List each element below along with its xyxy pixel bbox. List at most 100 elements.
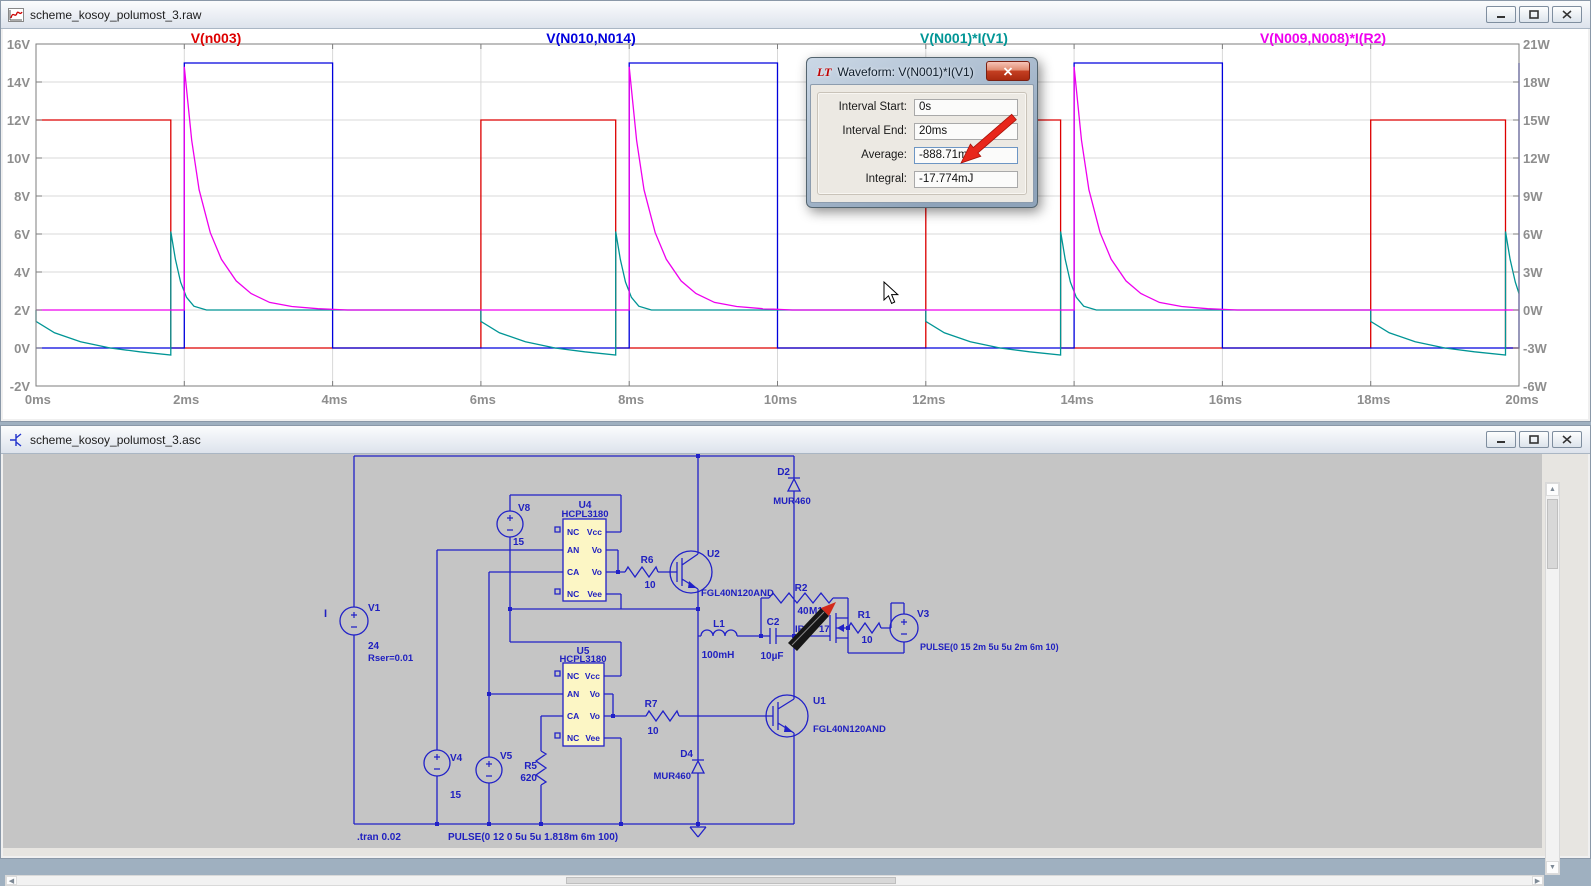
waveform-plot-area[interactable] bbox=[3, 28, 1588, 419]
label-r6-name[interactable]: R6 bbox=[641, 555, 654, 566]
label-v8-name[interactable]: V8 bbox=[518, 503, 531, 514]
label-u1-part[interactable]: FGL40N120AND bbox=[813, 724, 886, 735]
label-v5-name[interactable]: V5 bbox=[500, 751, 513, 762]
scroll-down-icon[interactable]: ▼ bbox=[1546, 861, 1559, 874]
label-v3-value[interactable]: PULSE(0 15 2m 5u 5u 2m 6m 10) bbox=[920, 642, 1059, 652]
label-r6-value[interactable]: 10 bbox=[644, 580, 656, 591]
y-right-tick-6W[interactable]: 6W bbox=[1523, 227, 1567, 242]
legend-V(N010,N014)[interactable]: V(N010,N014) bbox=[546, 30, 636, 46]
label-r5-name[interactable]: R5 bbox=[524, 761, 537, 772]
y-right-tick-21W[interactable]: 21W bbox=[1523, 37, 1567, 52]
legend-V(N001)*I(V1)[interactable]: V(N001)*I(V1) bbox=[920, 30, 1008, 46]
label-c2-name[interactable]: C2 bbox=[767, 617, 780, 628]
y-left-tick-14V[interactable]: 14V bbox=[1, 75, 30, 90]
y-left-tick-10V[interactable]: 10V bbox=[1, 151, 30, 166]
x-tick-8ms[interactable]: 8ms bbox=[618, 392, 644, 407]
schematic-horizontal-scrollbar[interactable]: ◀ ▶ bbox=[5, 875, 1544, 886]
label-v4-name[interactable]: V4 bbox=[450, 753, 463, 764]
schematic-canvas[interactable]: I V1 24 Rser=0.01 V8 15 U4 HCPL3180 U5 H… bbox=[3, 454, 1590, 858]
y-right-tick-15W[interactable]: 15W bbox=[1523, 113, 1567, 128]
average-label: Average: bbox=[811, 149, 914, 161]
y-right-tick-18W[interactable]: 18W bbox=[1523, 75, 1567, 90]
label-u2-part[interactable]: FGL40N120AND bbox=[701, 588, 774, 599]
y-left-tick-16V[interactable]: 16V bbox=[1, 37, 30, 52]
label-d4-part[interactable]: MUR460 bbox=[654, 771, 692, 782]
average-field[interactable]: -888.71mW bbox=[914, 147, 1018, 164]
sch-close-button[interactable] bbox=[1552, 431, 1582, 448]
y-left-tick-8V[interactable]: 8V bbox=[1, 189, 30, 204]
legend-V(N009,N008)*I(R2)[interactable]: V(N009,N008)*I(R2) bbox=[1260, 30, 1386, 46]
vertical-scroll-thumb[interactable] bbox=[1547, 499, 1558, 569]
sch-maximize-button[interactable] bbox=[1519, 431, 1549, 448]
label-v4-value[interactable]: 15 bbox=[450, 790, 462, 801]
waveform-titlebar[interactable]: scheme_kosoy_polumost_3.raw bbox=[1, 1, 1590, 29]
x-tick-6ms[interactable]: 6ms bbox=[470, 392, 496, 407]
label-r7-name[interactable]: R7 bbox=[645, 699, 658, 710]
label-c2-value[interactable]: 10µF bbox=[761, 651, 784, 662]
x-tick-4ms[interactable]: 4ms bbox=[321, 392, 347, 407]
label-i-probe[interactable]: I bbox=[324, 608, 327, 620]
x-tick-18ms[interactable]: 18ms bbox=[1357, 392, 1390, 407]
maximize-button[interactable] bbox=[1519, 6, 1549, 23]
y-left-tick-4V[interactable]: 4V bbox=[1, 265, 30, 280]
y-left-tick-2V[interactable]: 2V bbox=[1, 303, 30, 318]
interval-end-field[interactable]: 20ms bbox=[914, 123, 1018, 140]
scroll-up-icon[interactable]: ▲ bbox=[1546, 483, 1559, 496]
label-v1-name[interactable]: V1 bbox=[368, 603, 381, 614]
waveform-plot-canvas[interactable] bbox=[3, 28, 1590, 421]
label-r1-name[interactable]: R1 bbox=[858, 610, 871, 621]
x-tick-0ms[interactable]: 0ms bbox=[25, 392, 51, 407]
minimize-button[interactable] bbox=[1486, 6, 1516, 23]
label-u4-part[interactable]: HCPL3180 bbox=[562, 509, 609, 520]
close-button[interactable] bbox=[1552, 6, 1582, 23]
x-tick-10ms[interactable]: 10ms bbox=[764, 392, 797, 407]
sch-minimize-button[interactable] bbox=[1486, 431, 1516, 448]
x-tick-20ms[interactable]: 20ms bbox=[1505, 392, 1538, 407]
scroll-left-icon[interactable]: ◀ bbox=[6, 876, 17, 885]
x-tick-12ms[interactable]: 12ms bbox=[912, 392, 945, 407]
label-m1-part-b[interactable]: 17 bbox=[819, 624, 830, 635]
minimize-icon bbox=[1496, 10, 1506, 19]
label-d2-name[interactable]: D2 bbox=[777, 467, 790, 478]
label-u1-name[interactable]: U1 bbox=[813, 696, 826, 707]
label-v3-name[interactable]: V3 bbox=[917, 609, 930, 620]
scroll-right-icon[interactable]: ▶ bbox=[1532, 876, 1543, 885]
y-right-tick-9W[interactable]: 9W bbox=[1523, 189, 1567, 204]
label-l1-name[interactable]: L1 bbox=[713, 619, 725, 630]
schematic-titlebar[interactable]: scheme_kosoy_polumost_3.asc bbox=[1, 426, 1590, 454]
y-right-tick-0W[interactable]: 0W bbox=[1523, 303, 1567, 318]
label-tran-directive[interactable]: .tran 0.02 bbox=[357, 832, 401, 843]
y-right-tick-12W[interactable]: 12W bbox=[1523, 151, 1567, 166]
label-r2-value[interactable]: 40 bbox=[797, 606, 809, 617]
y-right-tick-3W[interactable]: 3W bbox=[1523, 265, 1567, 280]
y-left-tick-12V[interactable]: 12V bbox=[1, 113, 30, 128]
y-left-tick-0V[interactable]: 0V bbox=[1, 341, 30, 356]
schematic-vertical-scrollbar[interactable]: ▲ ▼ bbox=[1545, 482, 1560, 875]
x-tick-14ms[interactable]: 14ms bbox=[1060, 392, 1093, 407]
x-tick-2ms[interactable]: 2ms bbox=[173, 392, 199, 407]
schematic-canvas-area[interactable]: I V1 24 Rser=0.01 V8 15 U4 HCPL3180 U5 H… bbox=[3, 454, 1588, 856]
label-l1-value[interactable]: 100mH bbox=[702, 650, 735, 661]
label-r5-value[interactable]: 620 bbox=[520, 773, 537, 784]
label-u5-part[interactable]: HCPL3180 bbox=[560, 654, 607, 665]
y-right-tick--3W[interactable]: -3W bbox=[1523, 341, 1567, 356]
label-v1-value[interactable]: 24 bbox=[368, 641, 380, 652]
label-r7-value[interactable]: 10 bbox=[647, 726, 659, 737]
y-left-tick-6V[interactable]: 6V bbox=[1, 227, 30, 242]
label-d2-part[interactable]: MUR460 bbox=[773, 496, 811, 507]
dialog-close-button[interactable] bbox=[986, 61, 1030, 81]
label-d4-name[interactable]: D4 bbox=[680, 749, 693, 760]
label-r2-name[interactable]: R2 bbox=[795, 583, 808, 594]
dialog-titlebar[interactable]: LT Waveform: V(N001)*I(V1) bbox=[817, 63, 974, 81]
label-r1-value[interactable]: 10 bbox=[861, 635, 873, 646]
label-pulse-directive[interactable]: PULSE(0 12 0 5u 5u 1.818m 6m 100) bbox=[448, 832, 618, 843]
label-v8-value[interactable]: 15 bbox=[513, 537, 525, 548]
x-tick-16ms[interactable]: 16ms bbox=[1209, 392, 1242, 407]
label-v1-rser[interactable]: Rser=0.01 bbox=[368, 653, 414, 664]
label-u2-name[interactable]: U2 bbox=[707, 549, 720, 560]
waveform-stats-dialog[interactable]: LT Waveform: V(N001)*I(V1) Interval Star… bbox=[806, 57, 1038, 208]
integral-field[interactable]: -17.774mJ bbox=[914, 171, 1018, 188]
legend-V(n003)[interactable]: V(n003) bbox=[191, 30, 242, 46]
horizontal-scroll-thumb[interactable] bbox=[566, 877, 896, 884]
interval-start-field[interactable]: 0s bbox=[914, 99, 1018, 116]
